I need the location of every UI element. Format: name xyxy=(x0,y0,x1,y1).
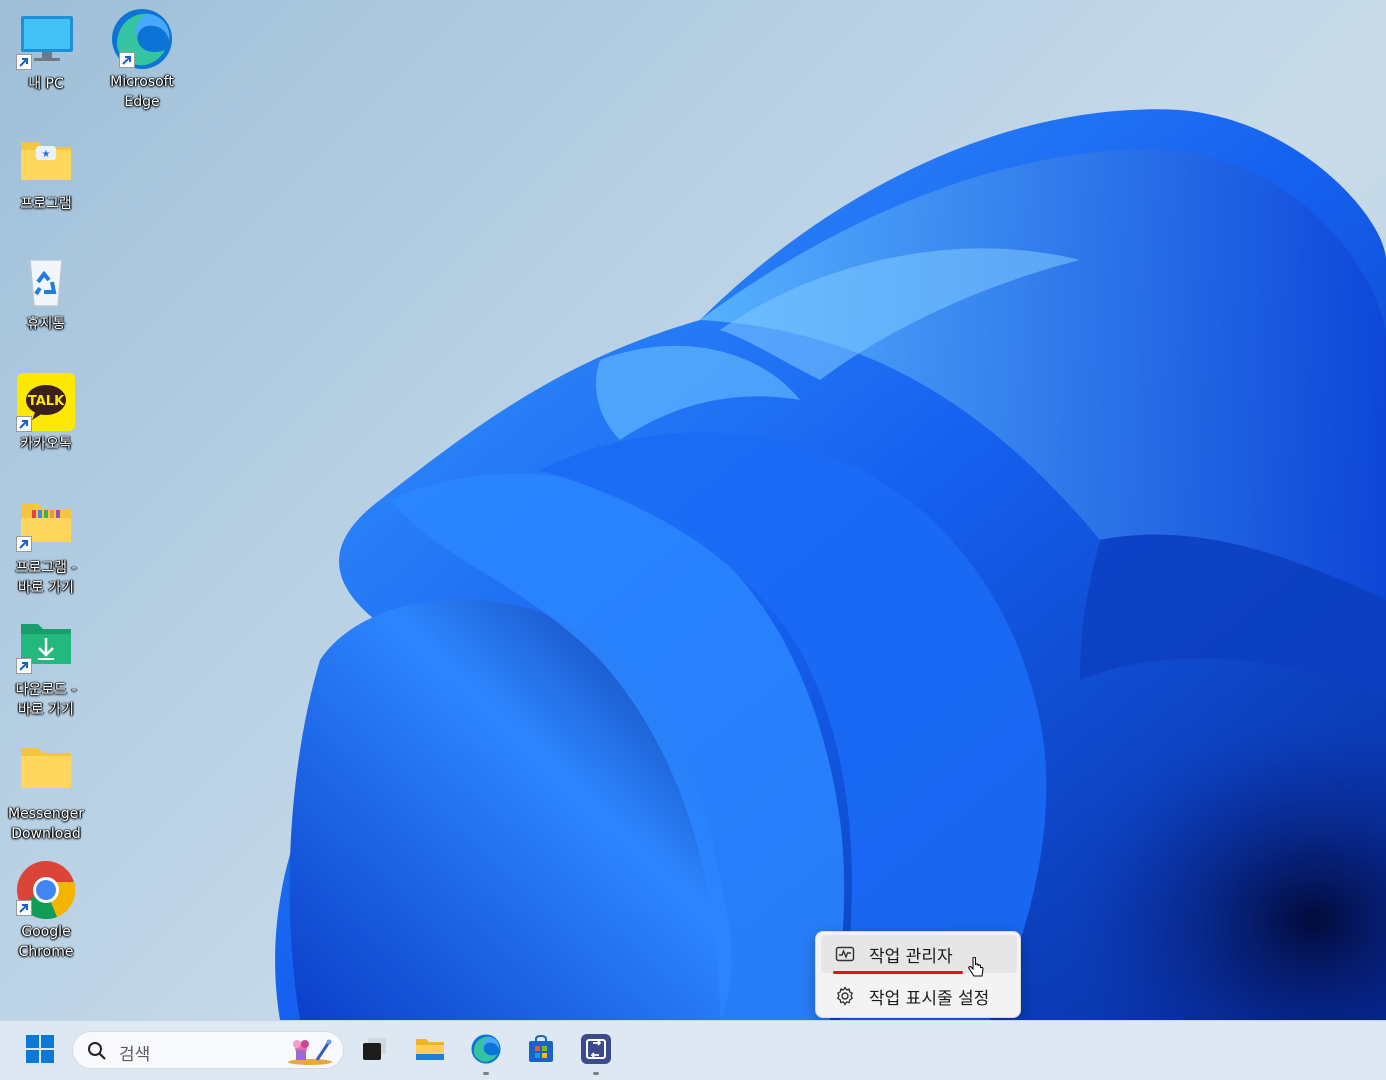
gear-icon xyxy=(833,984,857,1008)
taskbar-context-menu: 작업 관리자 작업 표시줄 설정 xyxy=(815,931,1021,1018)
desktop-icon-label: 프로그램 xyxy=(20,196,72,212)
desktop-icon-downloads-shortcut[interactable]: 다운로드 - 바로 가기 xyxy=(4,618,88,720)
desktop-icon-label: 휴지통 xyxy=(26,316,66,332)
kakaotalk-badge: TALK xyxy=(28,394,65,409)
start-button[interactable] xyxy=(20,1031,60,1071)
search-box[interactable]: 검색 xyxy=(72,1031,344,1069)
shortcut-arrow-icon xyxy=(16,536,32,552)
desktop-icon-label: 카카오톡 xyxy=(20,436,72,452)
desktop-icon-label: 프로그램 - 바로 가기 xyxy=(15,560,77,596)
shortcut-arrow-icon xyxy=(16,900,32,916)
running-indicator xyxy=(483,1072,489,1075)
windows-logo-icon xyxy=(25,1034,55,1068)
search-placeholder: 검색 xyxy=(119,1045,151,1065)
downloads-folder-icon xyxy=(16,618,76,678)
folder-shortcut-icon xyxy=(16,496,76,556)
shortcut-arrow-icon xyxy=(16,416,32,432)
desktop-icon-label: Messenger Download xyxy=(7,806,85,842)
desktop-icon-label: Google Chrome xyxy=(18,924,74,960)
shortcut-arrow-icon xyxy=(16,658,32,674)
running-indicator xyxy=(593,1072,599,1075)
desktop-icon-kakaotalk[interactable]: TALK 카카오톡 xyxy=(4,372,88,454)
wallpaper-bloom xyxy=(275,109,1386,1020)
store-button[interactable] xyxy=(521,1031,561,1071)
desktop-icon-edge[interactable]: Microsoft Edge xyxy=(100,6,184,112)
shortcut-arrow-icon xyxy=(119,52,135,68)
desktop-icon-programs-shortcut[interactable]: 프로그램 - 바로 가기 xyxy=(4,496,88,598)
task-view-icon xyxy=(359,1034,389,1068)
menu-item-label: 작업 관리자 xyxy=(869,946,953,967)
menu-item-taskbar-settings[interactable]: 작업 표시줄 설정 xyxy=(821,977,1017,1015)
desktop-icon-chrome[interactable]: Google Chrome xyxy=(4,860,88,962)
kakaotalk-icon: TALK xyxy=(16,372,76,432)
edge-icon xyxy=(470,1033,502,1069)
desktop-icon-label: 내 PC xyxy=(28,76,64,92)
menu-item-task-manager[interactable]: 작업 관리자 xyxy=(821,935,1017,977)
search-highlight-icon xyxy=(283,1036,337,1070)
shortcut-arrow-icon xyxy=(16,54,32,70)
highlight-underline xyxy=(833,971,963,974)
menu-item-label: 작업 표시줄 설정 xyxy=(869,988,990,1009)
desktop-icon-label: 다운로드 - 바로 가기 xyxy=(15,682,77,718)
app-icon xyxy=(580,1033,612,1069)
folder-icon xyxy=(16,742,76,802)
file-explorer-button[interactable] xyxy=(410,1031,450,1071)
chrome-icon xyxy=(16,860,76,920)
file-explorer-icon xyxy=(414,1034,446,1068)
task-view-button[interactable] xyxy=(354,1031,394,1071)
this-pc-icon xyxy=(16,12,76,72)
desktop-icon-this-pc[interactable]: 내 PC xyxy=(4,12,88,94)
edge-icon xyxy=(109,6,175,72)
taskbar: 검색 xyxy=(0,1020,1386,1080)
desktop-icon-label: Microsoft Edge xyxy=(110,74,174,110)
desktop: 내 PC Microsoft Edge ★ 프로그램 휴지통 TALK 카카오톡… xyxy=(0,0,1386,1020)
task-manager-icon xyxy=(833,942,857,966)
desktop-icon-messenger-download[interactable]: Messenger Download xyxy=(4,742,88,844)
recycle-bin-icon xyxy=(16,252,76,312)
svg-text:★: ★ xyxy=(42,149,51,160)
desktop-icon-programs-folder[interactable]: ★ 프로그램 xyxy=(4,132,88,214)
store-icon xyxy=(526,1034,556,1068)
desktop-icon-recycle-bin[interactable]: 휴지통 xyxy=(4,252,88,334)
search-icon xyxy=(87,1041,107,1065)
edge-taskbar-button[interactable] xyxy=(466,1031,506,1075)
folder-icon: ★ xyxy=(16,132,76,192)
pinned-app-button[interactable] xyxy=(576,1031,616,1075)
